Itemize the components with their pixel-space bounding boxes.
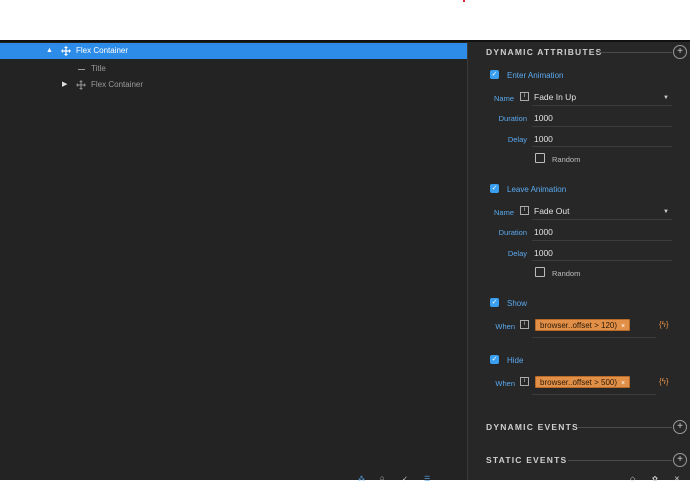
leave-animation-checkbox[interactable]: ✓ [490,184,499,193]
leave-animation-duration-input[interactable]: 1000 [534,227,553,237]
close-icon[interactable]: × [621,380,625,387]
dropdown-caret-icon[interactable]: ▼ [663,95,669,101]
enter-animation-label: Enter Animation [507,71,564,80]
leaf-dash-icon [78,69,85,70]
enter-animation-checkbox[interactable]: ✓ [490,70,499,79]
info-icon[interactable]: i [520,206,529,215]
tree-item-label: Flex Container [91,80,144,89]
section-title-dynamic-attributes: DYNAMIC ATTRIBUTES [486,47,603,57]
enter-random-checkbox[interactable] [535,153,545,163]
leave-random-checkbox[interactable] [535,267,545,277]
toolbar-icon[interactable]: ✓ [402,475,408,483]
info-icon[interactable]: i [520,377,529,386]
divider [578,427,672,428]
toolbar-icon[interactable]: ◇ [630,475,635,483]
random-label: Random [552,269,581,278]
show-expression-tag[interactable]: browser..offset > 120) × [535,319,631,331]
bottom-toolbar: ⁂ ⌂ ✓ ☰ ◇ ✿ ✕ [340,474,690,483]
divider [568,460,672,461]
dom-tree-panel: ▲ Flex Container Title ▶ Flex Container [0,42,467,480]
leave-animation-label: Leave Animation [507,185,567,194]
underline [532,126,672,127]
move-icon [76,80,86,90]
tree-item-flex-container-child[interactable]: ▶ Flex Container [0,77,467,93]
underline [532,105,672,106]
toolbar-icon[interactable]: ☰ [424,475,430,483]
hide-checkbox[interactable]: ✓ [490,355,499,364]
section-title-dynamic-events: DYNAMIC EVENTS [486,422,579,432]
when-label: When [495,322,515,331]
toolbar-icon[interactable]: ⌂ [380,475,384,482]
hide-label: Hide [507,356,524,365]
duration-label: Duration [498,228,527,237]
duration-label: Duration [498,114,527,123]
enter-animation-delay-input[interactable]: 1000 [534,134,553,144]
toolbar-icon[interactable]: ✕ [674,475,680,483]
expression-text: browser..offset > 500) [540,378,618,387]
tree-item-flex-container[interactable]: ▲ Flex Container [0,43,467,59]
expression-text: browser..offset > 120) [540,321,618,330]
toolbar-icon[interactable]: ✿ [652,475,658,483]
enter-animation-name-select[interactable]: Fade In Up [534,92,576,102]
underline [532,146,672,147]
editor-area: ▲ Flex Container Title ▶ Flex Container … [0,40,690,483]
move-icon [61,46,71,56]
leave-animation-name-select[interactable]: Fade Out [534,206,569,216]
show-checkbox[interactable]: ✓ [490,298,499,307]
name-label: Name [493,208,514,217]
underline [532,337,656,338]
add-dynamic-attribute-button[interactable]: + [673,45,687,59]
add-static-event-button[interactable]: + [673,453,687,467]
close-icon[interactable]: × [621,323,625,330]
underline [532,394,656,395]
delay-label: Delay [507,135,527,144]
when-label: When [495,379,515,388]
properties-panel: DYNAMIC ATTRIBUTES + ✓ Enter Animation N… [467,42,690,480]
dropdown-caret-icon[interactable]: ▼ [663,209,669,215]
random-label: Random [552,155,581,164]
underline [532,260,672,261]
leave-animation-delay-input[interactable]: 1000 [534,248,553,258]
info-icon[interactable]: i [520,320,529,329]
underline [532,219,672,220]
divider [596,52,672,53]
name-label: Name [493,94,514,103]
tree-item-label: Title [91,64,106,73]
bolt-icon[interactable]: {ϟ} [659,377,669,386]
tree-item-label: Flex Container [76,46,129,55]
page-top-area [0,0,690,40]
tree-item-title[interactable]: Title [0,61,467,77]
section-title-static-events: STATIC EVENTS [486,455,568,465]
bolt-icon[interactable]: {ϟ} [659,320,669,329]
toolbar-icon[interactable]: ⁂ [358,475,365,483]
info-icon[interactable]: i [520,92,529,101]
hide-expression-tag[interactable]: browser..offset > 500) × [535,376,631,388]
delay-label: Delay [507,249,527,258]
show-label: Show [507,299,528,308]
expand-triangle-icon[interactable]: ▶ [62,77,67,93]
enter-animation-duration-input[interactable]: 1000 [534,113,553,123]
cursor-dot [463,0,465,2]
collapse-triangle-icon[interactable]: ▲ [46,43,53,59]
underline [532,240,672,241]
add-dynamic-event-button[interactable]: + [673,420,687,434]
